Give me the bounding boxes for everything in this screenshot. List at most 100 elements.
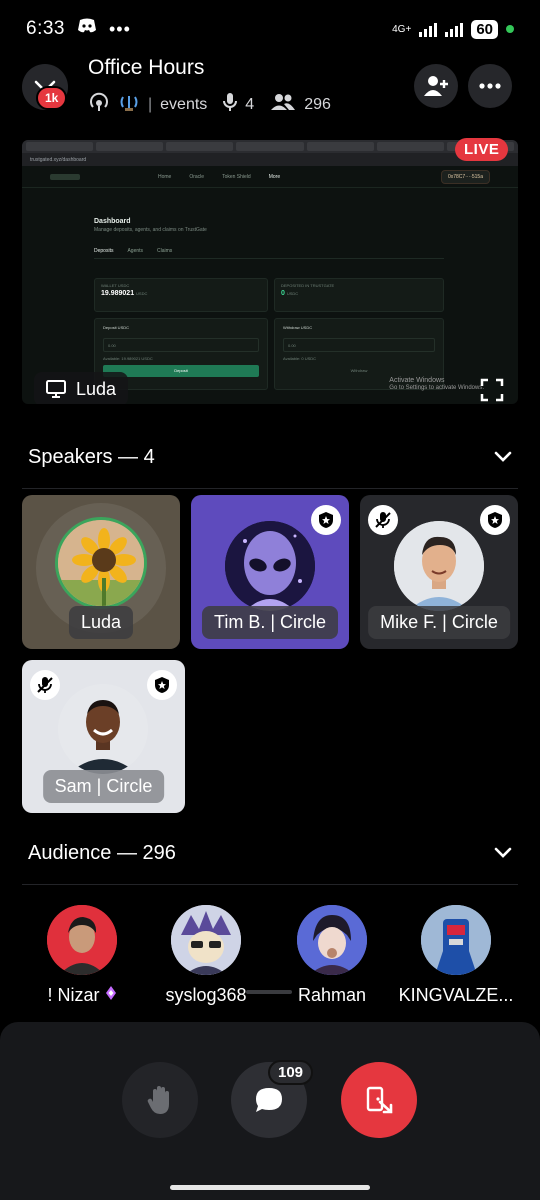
- audience-section-header[interactable]: Audience — 296: [28, 833, 512, 873]
- nitro-gem-icon: [105, 985, 117, 1005]
- wallet-usdc-value: 19.989021: [101, 290, 135, 297]
- dashboard-tabs: Deposits Agents Claims: [94, 243, 444, 259]
- site-nav: Home Oracle Token Shield More 0x78C7····…: [22, 166, 518, 188]
- speaker-name: Sam | Circle: [42, 770, 165, 803]
- audience-member-name: syslog368: [165, 985, 247, 1005]
- withdraw-amount-input: 0.00: [283, 338, 435, 352]
- deposited-label: DEPOSITED IN TRUSTGATE: [281, 283, 335, 288]
- invite-button[interactable]: [414, 64, 458, 108]
- wallet-usdc-card: WALLET USDC 19.989021 USDC: [94, 278, 268, 312]
- avatar: [297, 905, 367, 975]
- users-icon: [270, 93, 296, 116]
- avatar: [171, 905, 241, 975]
- avatar: [47, 905, 117, 975]
- audience-member-name: KINGVALZE...: [398, 985, 514, 1005]
- wallet-usdc-label: WALLET USDC: [101, 283, 130, 288]
- deposited-value: 0: [281, 290, 285, 297]
- notification-badge: 1k: [36, 86, 68, 110]
- signal-2-icon: [445, 21, 464, 37]
- network-type: 4G+: [392, 23, 412, 35]
- alien-avatar-image: [225, 521, 315, 611]
- dashboard-subtitle: Manage deposits, agents, and claims on T…: [94, 227, 207, 233]
- speaker-tile[interactable]: Tim B. | Circle: [191, 495, 349, 649]
- wallet-usdc-unit: USDC: [136, 291, 148, 296]
- leave-stage-button[interactable]: [341, 1062, 417, 1138]
- dashboard-tab: Agents: [127, 247, 144, 254]
- stage-title: Office Hours: [88, 56, 205, 79]
- speaker-tile[interactable]: Mike F. | Circle: [360, 495, 518, 649]
- privacy-indicator-dot: [506, 25, 514, 33]
- browser-address-bar: trustgated.xyz/dashboard: [22, 153, 518, 166]
- site-logo: [50, 173, 80, 180]
- home-indicator[interactable]: [170, 1185, 370, 1190]
- dashboard-title: Dashboard: [94, 218, 131, 225]
- site-nav-item: Oracle: [189, 173, 205, 180]
- browser-tab-strip: [22, 140, 518, 153]
- speakers-heading: Speakers — 4: [28, 445, 155, 468]
- stage-header: 1k Office Hours | events 4 296: [0, 56, 540, 128]
- sheet-handle[interactable]: [246, 990, 292, 994]
- shield-star-icon: [319, 512, 333, 528]
- status-bar: 6:33 ••• 4G+ 60: [0, 0, 540, 58]
- deposit-label: Deposit USDC: [103, 325, 130, 330]
- fullscreen-icon: [480, 378, 504, 402]
- audience-heading: Audience — 296: [28, 841, 176, 864]
- raise-hand-button[interactable]: [122, 1062, 198, 1138]
- chevron-down-icon: [494, 842, 512, 865]
- windows-activation-watermark: Activate Windows Go to Settings to activ…: [389, 376, 484, 393]
- muted-badge: [368, 505, 398, 535]
- signal-1-icon: [419, 21, 438, 37]
- person-avatar-image: [394, 521, 484, 611]
- speakers-section-header[interactable]: Speakers — 4: [28, 437, 512, 477]
- mic-off-icon: [375, 512, 391, 528]
- chat-unread-count: 109: [268, 1060, 314, 1085]
- discord-notification-icon: [77, 18, 97, 40]
- avatar: [225, 521, 315, 611]
- add-user-icon: [424, 76, 448, 96]
- moderator-badge: [480, 505, 510, 535]
- more-options-button[interactable]: [468, 64, 512, 108]
- avatar: [421, 905, 491, 975]
- withdraw-label: Withdraw USDC: [283, 325, 313, 330]
- screen-share-stream[interactable]: trustgated.xyz/dashboard Home Oracle Tok…: [22, 140, 518, 404]
- deposit-amount-input: 0.00: [103, 338, 259, 352]
- site-nav-item: More: [268, 173, 281, 180]
- speaker-count: 4: [245, 95, 255, 113]
- chevron-down-icon: [494, 446, 512, 469]
- shield-star-icon: [155, 677, 169, 693]
- microphone-icon: [223, 92, 238, 117]
- speaker-name: Luda: [68, 606, 134, 639]
- wallet-address-chip: 0x78C7····515a: [440, 169, 490, 184]
- stage-channel-icon: [88, 92, 110, 117]
- site-nav-item: Home: [158, 173, 172, 180]
- speaker-name: Tim B. | Circle: [201, 606, 339, 639]
- mic-off-icon: [37, 677, 53, 693]
- deposit-available: Available: 19.989021 USDC: [103, 356, 153, 361]
- speaker-tile[interactable]: Luda: [22, 495, 180, 649]
- avatar: [58, 684, 148, 774]
- fullscreen-button[interactable]: [480, 378, 504, 402]
- watermark-line: Activate Windows: [389, 377, 445, 384]
- channel-name: events: [160, 95, 208, 113]
- audience-member-name: Rahman: [297, 985, 367, 1005]
- withdraw-available: Available: 0 USDC: [283, 356, 317, 361]
- screen-sharer-label: Luda: [34, 372, 129, 404]
- shield-star-icon: [488, 512, 502, 528]
- speaker-tile[interactable]: Sam | Circle: [22, 660, 185, 813]
- battery-indicator: 60: [471, 19, 498, 39]
- monitor-icon: [46, 380, 66, 398]
- speaker-name: Mike F. | Circle: [368, 606, 510, 639]
- sharer-name: Luda: [76, 378, 117, 399]
- chat-bubble-icon: [256, 1088, 282, 1112]
- clock: 6:33: [26, 18, 65, 39]
- dashboard-tab: Claims: [157, 247, 173, 254]
- audience-member[interactable]: ! Nizar: [22, 905, 142, 1006]
- person-avatar-image: [58, 684, 148, 774]
- hand-icon: [147, 1086, 169, 1114]
- audience-member[interactable]: KINGVALZE...: [396, 905, 516, 1006]
- listener-count: 296: [304, 95, 331, 113]
- deposited-card: DEPOSITED IN TRUSTGATE 0 USDC: [274, 278, 444, 312]
- leave-icon: [366, 1086, 393, 1114]
- moderator-badge: [311, 505, 341, 535]
- live-badge: LIVE: [455, 138, 509, 161]
